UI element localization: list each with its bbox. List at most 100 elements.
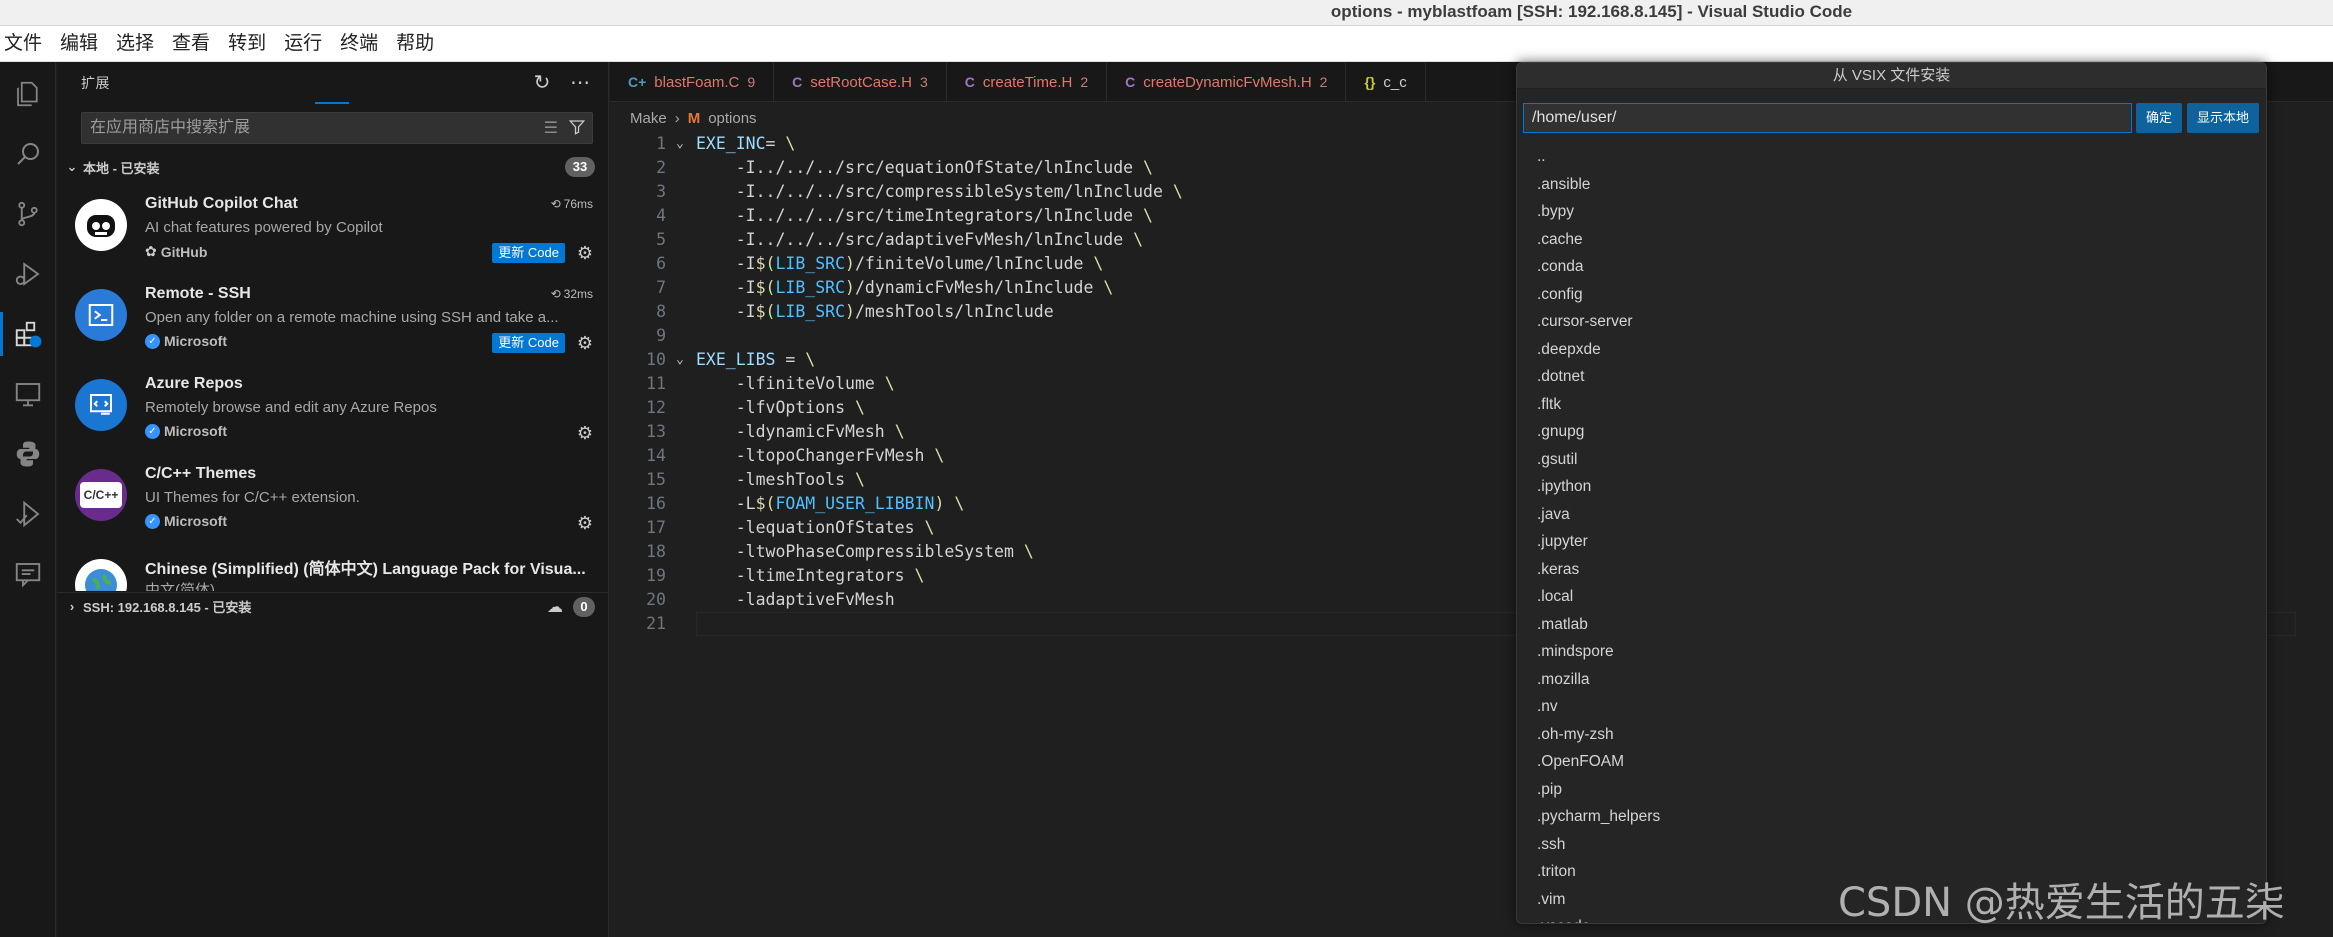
file-list-item[interactable]: .. [1517,143,2266,171]
tab-blastfoam-c[interactable]: C+ blastFoam.C 9 [610,62,775,101]
section-ssh-installed[interactable]: › SSH: 192.168.8.145 - 已安装 ☁ 0 [57,592,609,620]
gear-icon[interactable]: ⚙ [575,513,595,533]
activity-bar [0,62,56,937]
menu-edit[interactable]: 编辑 [60,26,98,62]
extensions-icon[interactable] [0,306,56,362]
file-list-item[interactable]: .conda [1517,253,2266,281]
path-input[interactable] [1523,103,2132,133]
extension-name: C/C++ Themes [145,465,257,482]
refresh-icon[interactable]: ↻ [530,70,554,94]
file-list-item[interactable]: .oh-my-zsh [1517,721,2266,749]
file-list-item[interactable]: .pip [1517,776,2266,804]
tab-createtime-h[interactable]: C createTime.H 2 [947,62,1108,101]
line-number: 17 [646,518,666,537]
menu-help[interactable]: 帮助 [396,26,434,62]
clear-filter-icon[interactable]: ☰ [544,118,558,141]
extension-search-input[interactable] [90,113,530,143]
menu-bar: 文件 编辑 选择 查看 转到 运行 终端 帮助 [0,26,2333,62]
run-debug-icon[interactable] [0,246,56,302]
file-list-item[interactable]: .nv [1517,693,2266,721]
extension-name: Remote - SSH [145,285,251,302]
filter-icon[interactable] [568,118,586,141]
verified-icon: ✓ [145,333,160,349]
python-icon[interactable] [0,426,56,482]
code-text: -I$(LIB_SRC)/dynamicFvMesh/lnInclude \ [696,278,1114,297]
file-list-item[interactable]: .matlab [1517,611,2266,639]
file-list-item[interactable]: .ssh [1517,831,2266,859]
breadcrumb-file[interactable]: options [708,110,756,127]
search-icon[interactable] [0,126,56,182]
history-icon: ⟲ [550,197,561,211]
tab-createdynamicfvmesh-h[interactable]: C createDynamicFvMesh.H 2 [1107,62,1347,101]
extension-item-cpp-themes[interactable]: C/C++ C/C++ Themes UI Themes for C/C++ e… [57,457,609,547]
file-list-item[interactable]: .mozilla [1517,666,2266,694]
explorer-icon[interactable] [0,66,56,122]
file-list-item[interactable]: .bypy [1517,198,2266,226]
code-text: -ltwoPhaseCompressibleSystem \ [696,542,1034,561]
code-text: -I../../../src/compressibleSystem/lnIncl… [696,182,1183,201]
c-file-icon: C [792,74,803,90]
file-list-item[interactable]: .pycharm_helpers [1517,803,2266,831]
line-number: 13 [646,422,666,441]
file-list-item[interactable]: .java [1517,501,2266,529]
update-code-button[interactable]: 更新 Code [492,243,565,263]
file-list-item[interactable]: .mindspore [1517,638,2266,666]
tab-setrootcase-h[interactable]: C setRootCase.H 3 [774,62,947,101]
breadcrumb-folder[interactable]: Make [630,110,667,127]
section-local-installed[interactable]: ⌄ 本地 - 已安装 33 [57,154,609,180]
line-number: 18 [646,542,666,561]
file-list-item[interactable]: .cursor-server [1517,308,2266,336]
file-list-item[interactable]: .ipython [1517,473,2266,501]
installed-count-badge: 33 [565,157,595,177]
cloud-download-icon[interactable]: ☁ [547,597,563,617]
menu-view[interactable]: 查看 [172,26,210,62]
vscode-window: options - myblastfoam [SSH: 192.168.8.14… [0,0,2333,937]
menu-terminal[interactable]: 终端 [340,26,378,62]
code-text: -I../../../src/equationOfState/lnInclude… [696,158,1153,177]
fold-chevron-icon[interactable]: ⌄ [676,132,684,156]
menu-go[interactable]: 转到 [228,26,266,62]
show-local-button[interactable]: 显示本地 [2187,103,2259,133]
remote-explorer-icon[interactable] [0,366,56,422]
line-number: 9 [656,326,666,345]
code-text: -lfiniteVolume \ [696,374,895,393]
extension-publisher: ✓ Microsoft [145,513,227,529]
file-list-item[interactable]: .ansible [1517,171,2266,199]
source-control-icon[interactable] [0,186,56,242]
file-list-item[interactable]: .gsutil [1517,446,2266,474]
extension-item-remote-ssh[interactable]: Remote - SSH Open any folder on a remote… [57,277,609,367]
chevron-down-icon: ⌄ [66,159,78,174]
code-text: EXE_INC= \ [696,134,796,153]
window-title: options - myblastfoam [SSH: 192.168.8.14… [1330,2,1853,21]
menu-run[interactable]: 运行 [284,26,322,62]
gear-icon[interactable]: ⚙ [575,333,595,353]
file-list-item[interactable]: .OpenFOAM [1517,748,2266,776]
file-list-item[interactable]: .gnupg [1517,418,2266,446]
file-list-item[interactable]: .jupyter [1517,528,2266,556]
extension-item-azure-repos[interactable]: Azure Repos Remotely browse and edit any… [57,367,609,457]
title-bar: options - myblastfoam [SSH: 192.168.8.14… [0,0,2333,26]
tab-c-properties[interactable]: {} c_c [1346,62,1426,101]
menu-file[interactable]: 文件 [4,26,42,62]
gear-icon[interactable]: ⚙ [575,243,595,263]
more-actions-icon[interactable]: ⋯ [568,70,592,94]
code-text: -ltopoChangerFvMesh \ [696,446,945,465]
file-list-item[interactable]: .fltk [1517,391,2266,419]
file-list-item[interactable]: .dotnet [1517,363,2266,391]
fold-chevron-icon[interactable]: ⌄ [676,348,684,372]
testing-icon[interactable] [0,486,56,542]
file-list-item[interactable]: .config [1517,281,2266,309]
gear-icon[interactable]: ⚙ [575,423,595,443]
file-list-item[interactable]: .deepxde [1517,336,2266,364]
extension-item-copilot-chat[interactable]: GitHub Copilot Chat AI chat features pow… [57,187,609,277]
menu-selection[interactable]: 选择 [116,26,154,62]
chat-icon[interactable] [0,546,56,602]
remote-ssh-icon [75,289,127,341]
file-list-item[interactable]: .keras [1517,556,2266,584]
file-list-item[interactable]: .cache [1517,226,2266,254]
file-list-item[interactable]: .local [1517,583,2266,611]
update-code-button[interactable]: 更新 Code [492,333,565,353]
extension-item-chinese-language-pack[interactable]: Chinese (Simplified) (简体中文) Language Pac… [57,547,609,591]
file-list: .. .ansible .bypy .cache .conda .config .curso… [1517,143,2266,923]
ok-button[interactable]: 确定 [2136,103,2182,133]
